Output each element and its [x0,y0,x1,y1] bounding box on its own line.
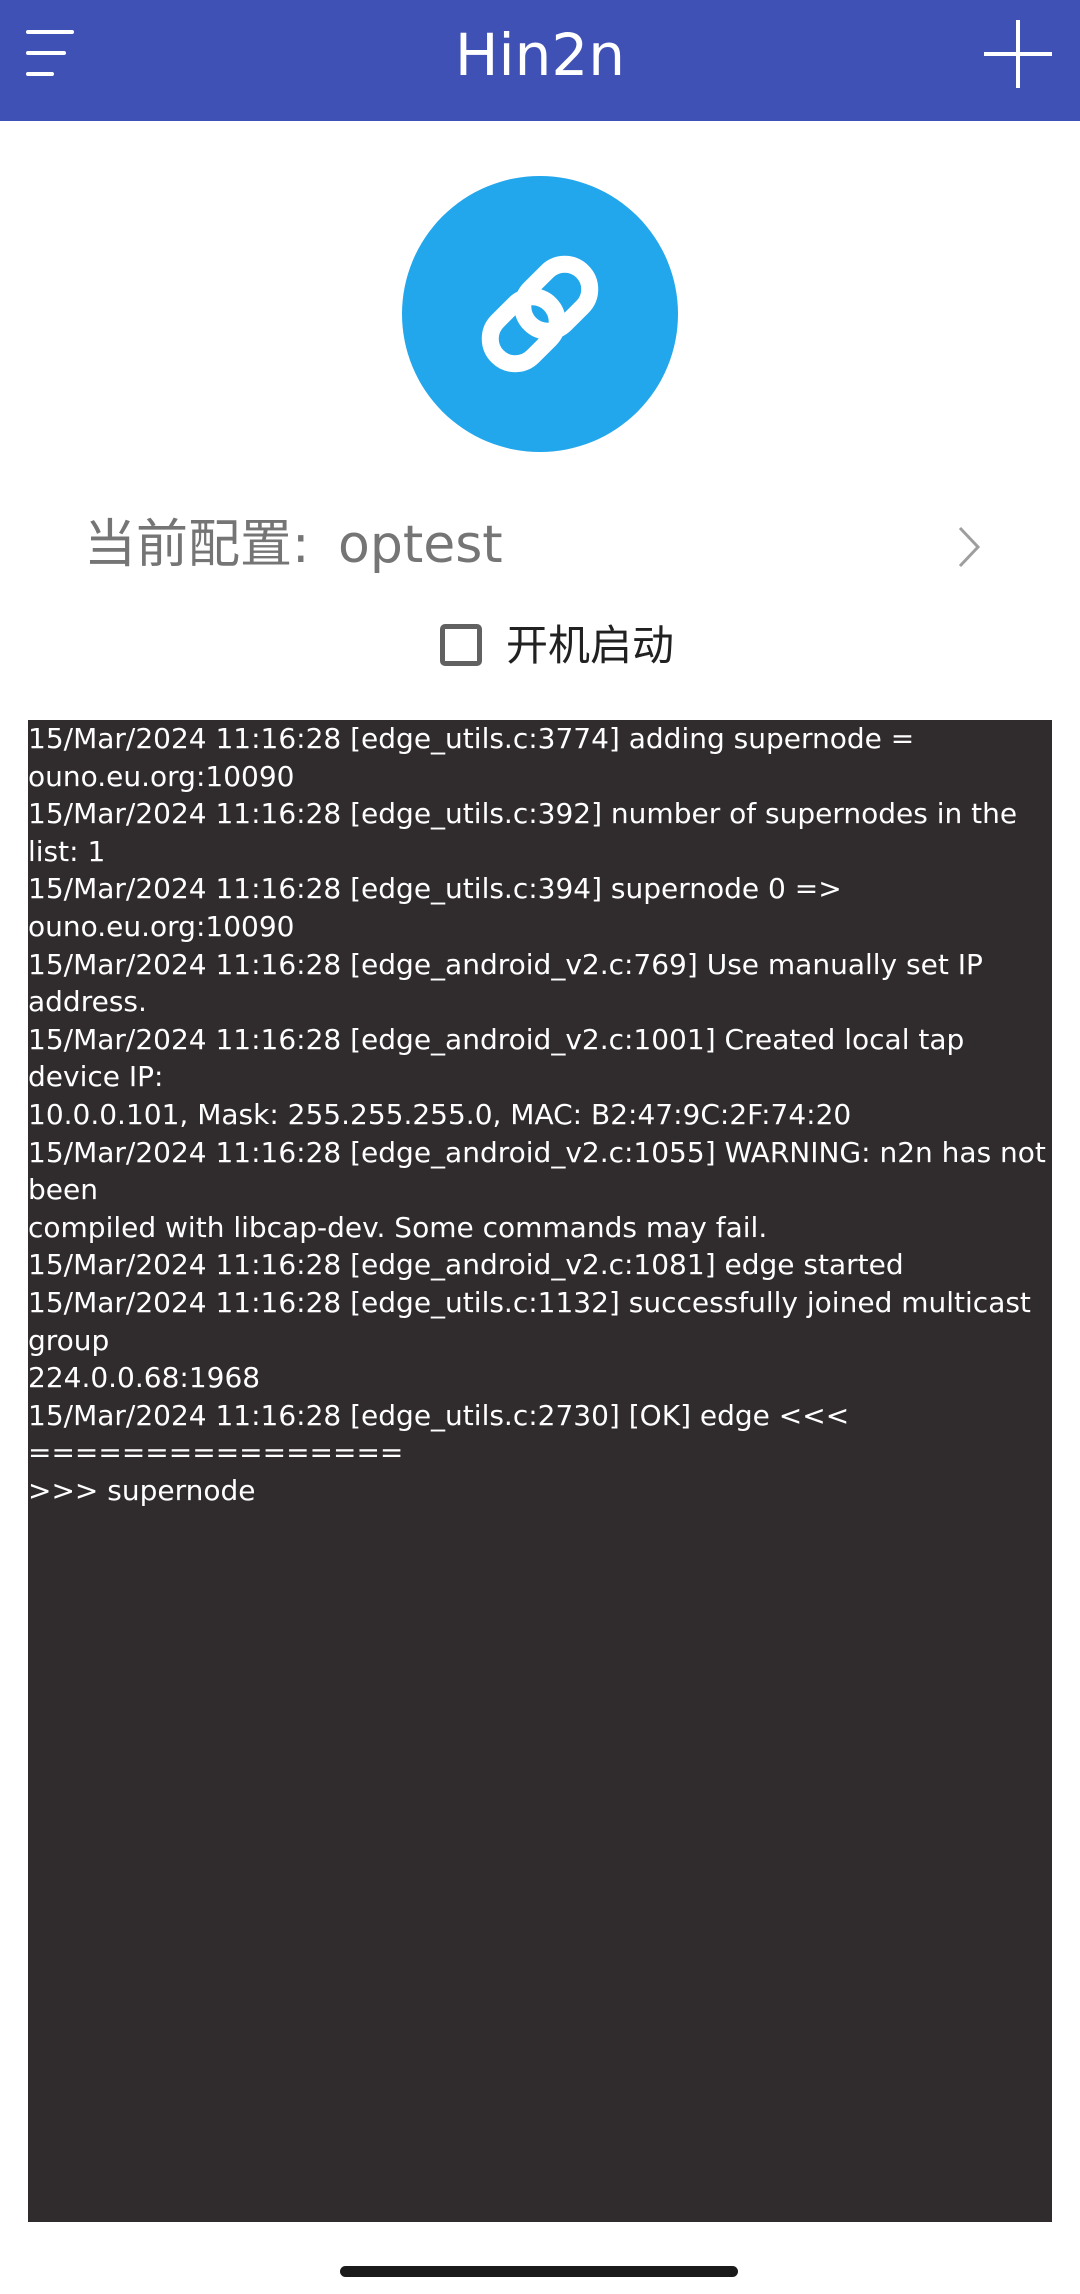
add-config-button[interactable] [978,16,1058,96]
chevron-right-icon [958,526,981,568]
log-panel[interactable]: 15/Mar/2024 11:16:28 [edge_utils.c:3774]… [28,720,1052,2222]
boot-start-label: 开机启动 [506,621,675,670]
app-bar: Hin2n [0,0,1080,121]
boot-start-checkbox[interactable] [440,624,482,666]
config-value: optest [338,515,503,575]
link-icon [481,255,599,373]
current-config-row[interactable]: 当前配置: optest [60,500,1000,590]
app-title: Hin2n [454,21,626,89]
home-indicator[interactable] [340,2266,738,2277]
log-text: 15/Mar/2024 11:16:28 [edge_utils.c:3774]… [28,722,1046,1507]
config-label: 当前配置: [84,515,310,575]
connect-button[interactable] [402,176,678,452]
plus-icon [984,20,1052,88]
